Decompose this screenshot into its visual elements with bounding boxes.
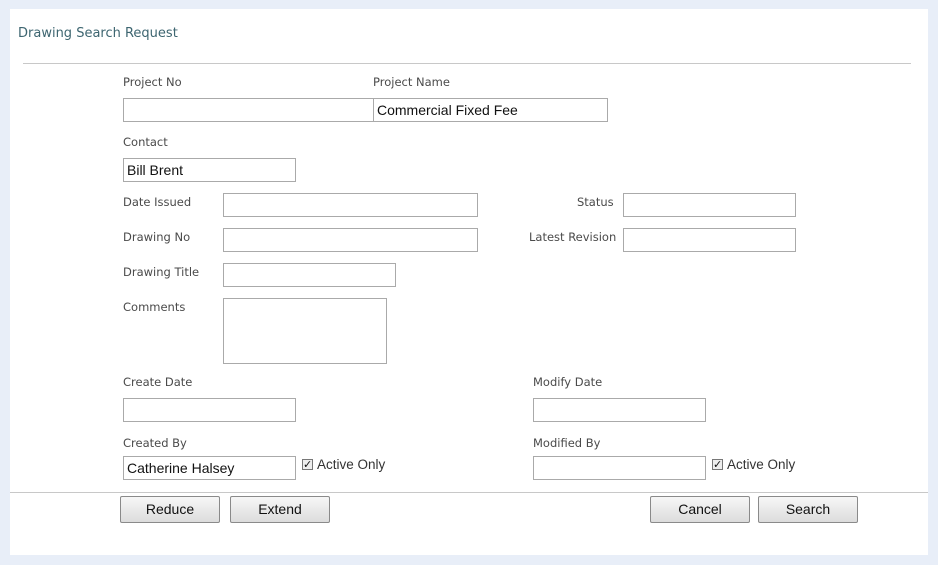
project-no-input[interactable] bbox=[123, 98, 374, 122]
create-date-input[interactable] bbox=[123, 398, 296, 422]
latest-revision-input[interactable] bbox=[623, 228, 796, 252]
contact-label: Contact bbox=[123, 135, 168, 149]
modify-date-input[interactable] bbox=[533, 398, 706, 422]
status-label: Status bbox=[577, 195, 614, 209]
drawing-title-label: Drawing Title bbox=[123, 265, 200, 279]
modified-by-active-only-label: Active Only bbox=[727, 457, 796, 472]
project-name-input[interactable] bbox=[373, 98, 608, 122]
contact-input[interactable] bbox=[123, 158, 296, 182]
drawing-no-label: Drawing No bbox=[123, 230, 191, 244]
created-by-input[interactable] bbox=[123, 456, 296, 480]
page-title: Drawing Search Request bbox=[18, 26, 178, 41]
modify-date-label: Modify Date bbox=[533, 375, 603, 389]
reduce-button[interactable]: Reduce bbox=[120, 496, 220, 523]
search-button[interactable]: Search bbox=[758, 496, 858, 523]
extend-button[interactable]: Extend bbox=[230, 496, 330, 523]
cancel-button[interactable]: Cancel bbox=[650, 496, 750, 523]
header-divider bbox=[23, 63, 911, 64]
comments-label: Comments bbox=[123, 300, 186, 314]
create-date-label: Create Date bbox=[123, 375, 193, 389]
date-issued-label: Date Issued bbox=[123, 195, 192, 209]
created-by-active-only-label: Active Only bbox=[317, 457, 386, 472]
latest-revision-label: Latest Revision bbox=[529, 230, 617, 244]
date-issued-input[interactable] bbox=[223, 193, 478, 217]
drawing-title-input[interactable] bbox=[223, 263, 396, 287]
project-name-label: Project Name bbox=[373, 75, 450, 89]
footer-divider bbox=[10, 492, 928, 493]
comments-textarea[interactable] bbox=[223, 298, 387, 364]
project-no-label: Project No bbox=[123, 75, 182, 89]
search-panel: Drawing Search Request Project No Projec… bbox=[10, 9, 928, 555]
created-by-label: Created By bbox=[123, 436, 187, 450]
status-input[interactable] bbox=[623, 193, 796, 217]
created-by-active-only-checkbox[interactable]: ✓ bbox=[302, 459, 313, 470]
drawing-no-input[interactable] bbox=[223, 228, 478, 252]
modified-by-label: Modified By bbox=[533, 436, 601, 450]
modified-by-active-only-checkbox[interactable]: ✓ bbox=[712, 459, 723, 470]
modified-by-input[interactable] bbox=[533, 456, 706, 480]
